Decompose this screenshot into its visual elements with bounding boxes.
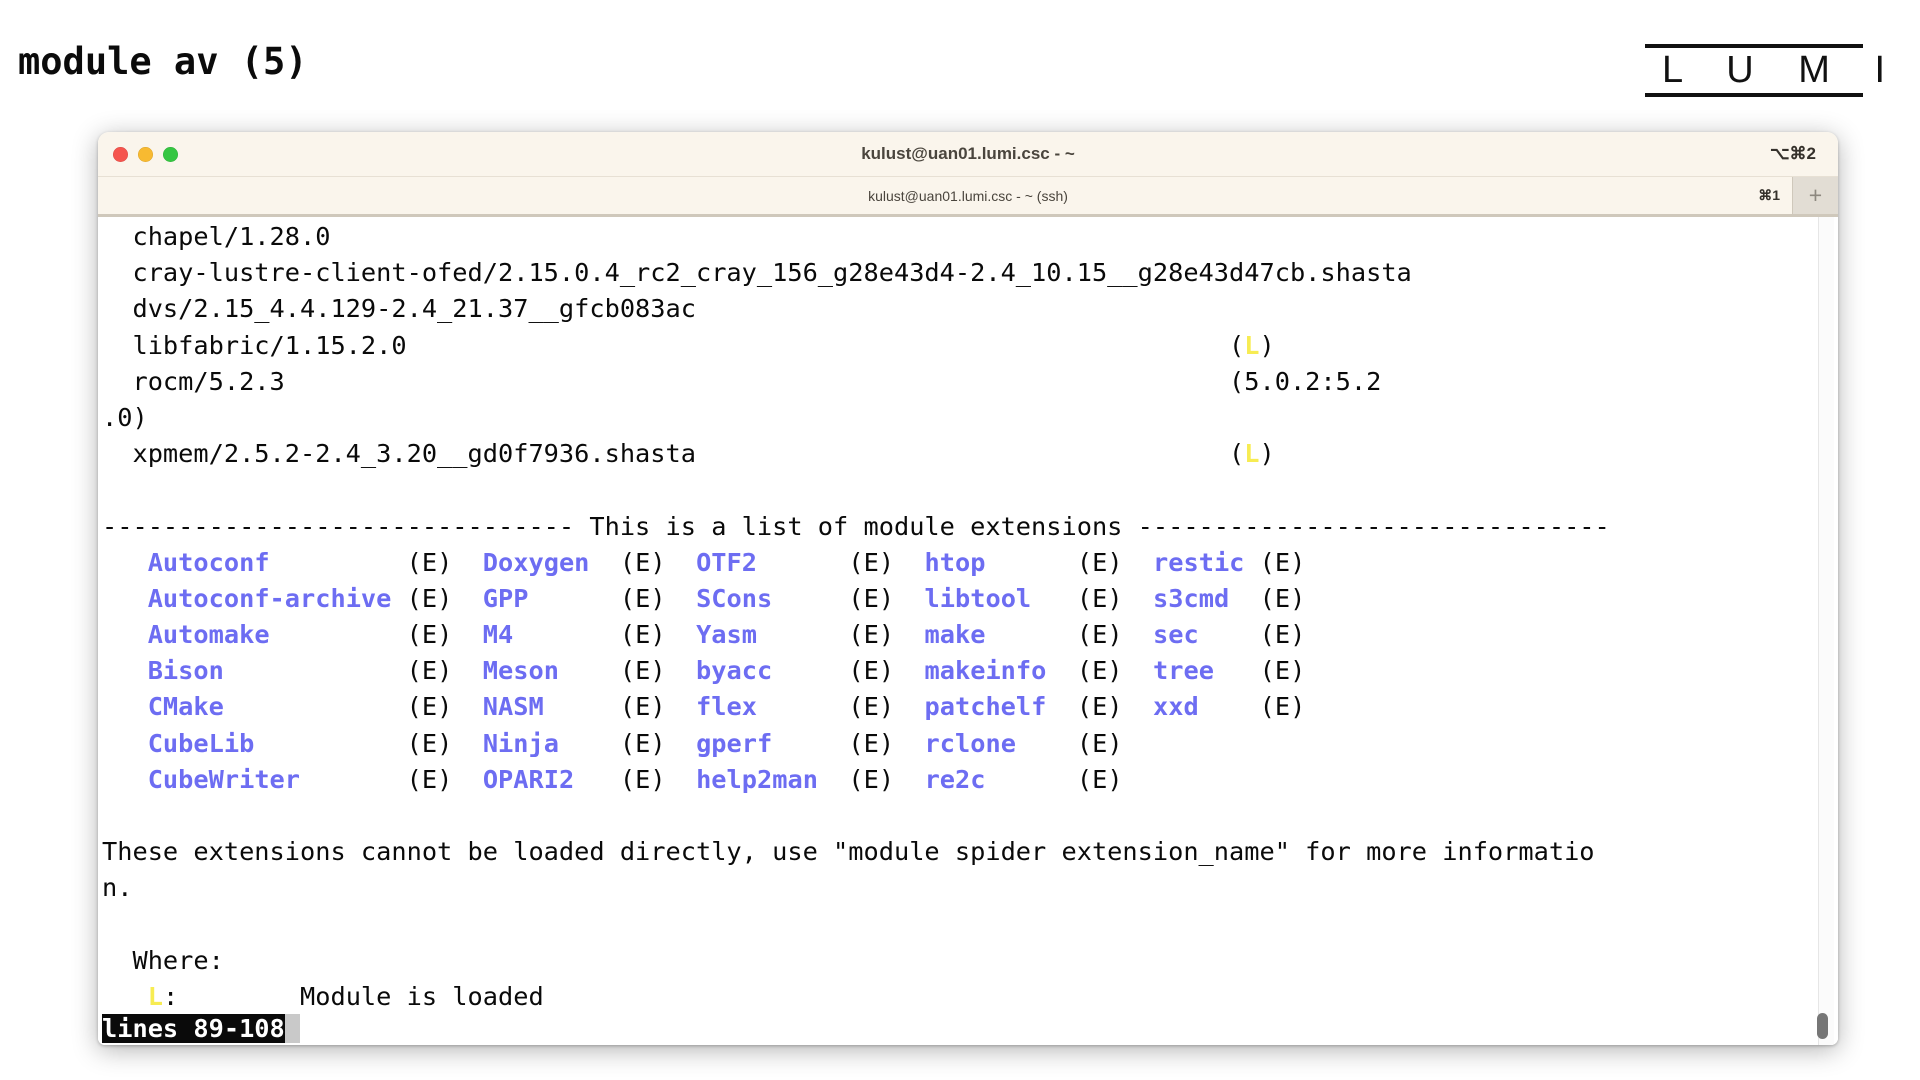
- extension-row: Autoconf-archive (E) GPP (E) SCons (E) l…: [147, 583, 1306, 613]
- lumi-logo-text: L U M I: [1662, 49, 1903, 91]
- terminal-line-module-cray-lustre: cray-lustre-client-ofed/2.15.0.4_rc2_cra…: [102, 258, 1412, 288]
- extension-row: CubeWriter (E) OPARI2 (E) help2man (E) r…: [147, 764, 1123, 794]
- terminal-line-extensions-header: ------------------------------- This is …: [102, 511, 1610, 541]
- scrollbar-thumb[interactable]: [1817, 1013, 1828, 1039]
- terminal-line-blank-3: [102, 907, 1838, 943]
- terminal-line-module-libfabric: libfabric/1.15.2.0 (L): [102, 330, 1275, 360]
- extension-row: CubeLib (E) Ninja (E) gperf (E) rclone (…: [147, 728, 1123, 758]
- extension-row: Automake (E) M4 (E) Yasm (E) make (E) se…: [147, 620, 1306, 650]
- new-tab-button[interactable]: +: [1792, 177, 1838, 214]
- lumi-logo: L U M I: [1645, 44, 1903, 97]
- terminal-line-module-xpmem: xpmem/2.5.2-2.4_3.20__gd0f7936.shasta (L…: [102, 439, 1275, 469]
- page-title: module av (5): [18, 40, 308, 83]
- window-shortcut-label: ⌥⌘2: [1769, 144, 1816, 163]
- window-title: kulust@uan01.lumi.csc - ~: [861, 144, 1075, 163]
- pager-cursor: [284, 1014, 300, 1043]
- extension-row: Autoconf (E) Doxygen (E) OTF2 (E) htop (…: [147, 547, 1306, 577]
- terminal-window: kulust@uan01.lumi.csc - ~ ⌥⌘2 kulust@uan…: [98, 132, 1838, 1045]
- terminal-line-module-rocm: rocm/5.2.3 (5.0.2:5.2: [102, 366, 1382, 396]
- extension-row: Bison (E) Meson (E) byacc (E) makeinfo (…: [147, 656, 1306, 686]
- tab-shortcut-label: ⌘1: [1758, 187, 1780, 203]
- pager-line-range: lines 89-108: [102, 1014, 285, 1043]
- terminal-screen[interactable]: chapel/1.28.0 cray-lustre-client-ofed/2.…: [98, 217, 1838, 1045]
- terminal-line-where-header: Where:: [102, 945, 224, 975]
- extension-row: CMake (E) NASM (E) flex (E) patchelf (E)…: [147, 692, 1306, 722]
- terminal-line-blank-1: [102, 472, 1838, 508]
- tab-session[interactable]: kulust@uan01.lumi.csc - ~ (ssh): [98, 188, 1838, 204]
- terminal-line-module-dvs: dvs/2.15_4.4.129-2.4_21.37__gfcb083ac: [102, 294, 696, 324]
- terminal-line-note-1: These extensions cannot be loaded direct…: [102, 837, 1595, 867]
- terminal-tabbar: kulust@uan01.lumi.csc - ~ (ssh) ⌘1 +: [98, 177, 1838, 217]
- terminal-line-module-rocm-wrap: .0): [102, 402, 148, 432]
- scrollbar-track[interactable]: [1817, 217, 1834, 1045]
- terminal-line-module-chapel: chapel/1.28.0: [102, 222, 331, 251]
- terminal-titlebar: kulust@uan01.lumi.csc - ~ ⌥⌘2: [98, 132, 1838, 177]
- terminal-line-blank-2: [102, 798, 1838, 834]
- terminal-line-where-loaded: L: Module is loaded: [147, 981, 544, 1011]
- pager-status-bar: lines 89-108: [98, 1012, 1838, 1045]
- terminal-line-note-2: n.: [102, 873, 133, 903]
- terminal-output: chapel/1.28.0 cray-lustre-client-ofed/2.…: [98, 219, 1838, 1045]
